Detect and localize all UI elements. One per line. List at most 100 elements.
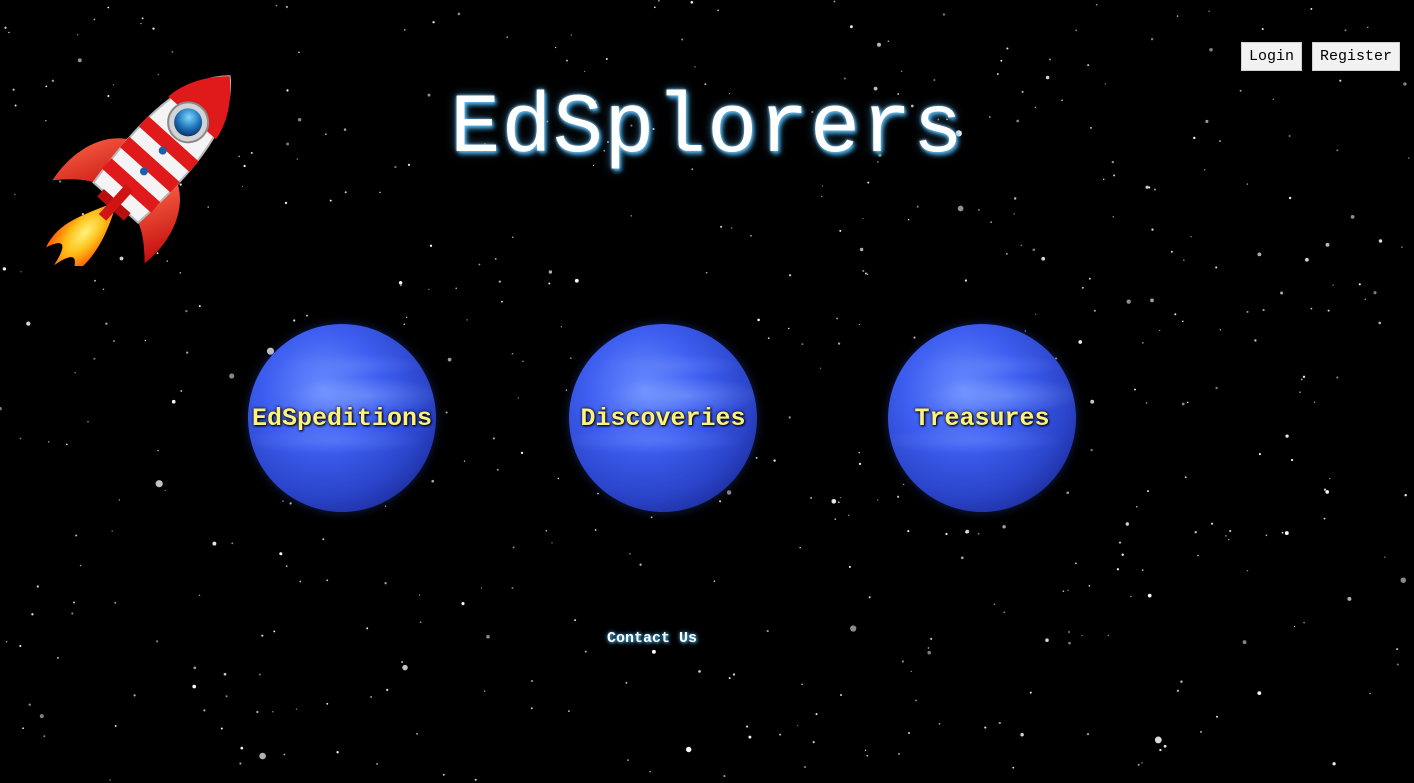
star [1068, 641, 1071, 645]
star [847, 514, 850, 516]
star [1066, 491, 1070, 495]
star [767, 337, 770, 340]
star [419, 621, 422, 624]
star [916, 205, 919, 208]
star [1020, 244, 1023, 247]
star [834, 518, 837, 520]
star [1141, 341, 1144, 344]
star [686, 746, 692, 753]
star [43, 735, 46, 738]
star [486, 634, 490, 639]
star [39, 714, 44, 719]
star [1147, 593, 1152, 598]
star [1089, 277, 1091, 280]
star [379, 191, 381, 194]
star [336, 751, 339, 754]
star [271, 710, 274, 713]
star [728, 677, 731, 680]
star [831, 498, 837, 504]
login-button[interactable]: Login [1240, 42, 1302, 71]
star [157, 449, 159, 452]
star [964, 279, 967, 282]
star [466, 319, 468, 321]
star [651, 649, 656, 654]
star [1078, 340, 1083, 344]
star [1293, 625, 1296, 628]
contact-us-link[interactable]: Contact Us [552, 629, 752, 649]
star [1180, 680, 1183, 684]
star [74, 372, 76, 374]
star [1300, 378, 1303, 381]
star [984, 726, 987, 729]
star [837, 342, 841, 345]
star [1136, 506, 1138, 508]
star [1041, 256, 1046, 261]
star [298, 51, 300, 54]
star [551, 542, 553, 544]
star [1257, 252, 1262, 257]
star [494, 257, 497, 260]
star [1176, 15, 1179, 17]
star [694, 66, 696, 68]
star [773, 459, 776, 462]
star [977, 208, 980, 211]
star [152, 27, 155, 30]
star [118, 499, 121, 501]
star [605, 58, 608, 60]
star [1112, 215, 1115, 218]
star [522, 360, 524, 363]
star [1118, 541, 1122, 544]
star [114, 601, 117, 604]
star [520, 451, 524, 455]
star [820, 195, 823, 198]
star [1332, 762, 1336, 766]
star [1024, 330, 1027, 332]
star [864, 749, 867, 751]
star [1246, 310, 1249, 313]
star [1211, 522, 1214, 525]
star [225, 695, 228, 698]
star [990, 221, 992, 223]
star [560, 326, 563, 328]
star [1182, 320, 1184, 323]
star [1299, 391, 1301, 393]
star [31, 613, 34, 616]
star [1006, 47, 1009, 50]
star [726, 490, 732, 495]
star [548, 282, 551, 285]
star [730, 227, 733, 229]
star [898, 752, 900, 755]
star [548, 270, 553, 274]
star [186, 351, 189, 354]
star [1107, 634, 1110, 637]
star [570, 34, 572, 36]
star [418, 594, 421, 596]
register-button[interactable]: Register [1311, 42, 1400, 71]
star [1116, 568, 1120, 571]
star [913, 336, 916, 339]
star [366, 627, 369, 630]
star [256, 710, 259, 714]
star [1093, 309, 1096, 312]
star [322, 538, 325, 541]
star [1075, 29, 1078, 32]
nav-link-discoveries[interactable]: Discoveries [533, 404, 793, 434]
star [545, 530, 548, 532]
star [910, 670, 912, 673]
star [259, 752, 266, 760]
star [1404, 494, 1407, 497]
star [942, 13, 946, 16]
nav-link-edspeditions[interactable]: EdSpeditions [212, 404, 472, 434]
star [1181, 402, 1185, 406]
star [14, 193, 16, 196]
nav-link-treasures[interactable]: Treasures [852, 404, 1112, 434]
star [649, 770, 651, 773]
star [1045, 75, 1050, 80]
star [630, 214, 633, 217]
star [1137, 763, 1140, 766]
star [915, 699, 917, 702]
star [650, 516, 653, 519]
star [1049, 58, 1051, 61]
star [848, 565, 851, 568]
star [788, 327, 790, 330]
